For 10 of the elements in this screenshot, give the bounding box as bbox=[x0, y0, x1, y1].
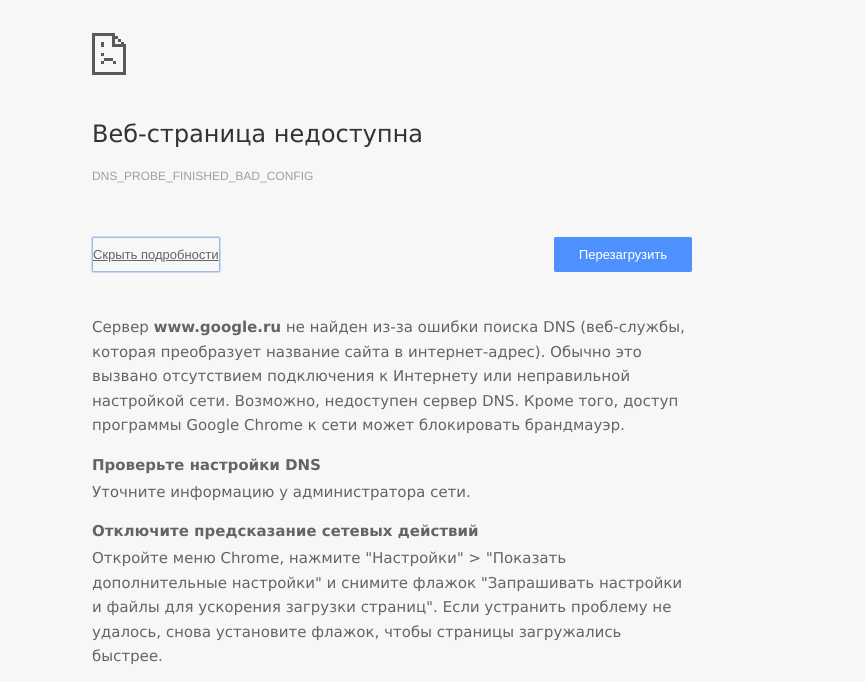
suggestion-heading: Проверьте настройки DNS bbox=[92, 454, 322, 476]
suggestion-heading: Отключите предсказание сетевых действий bbox=[92, 521, 480, 542]
suggestion-text: Откройте меню Chrome, нажмите "Настройки" > "Показать дополнительные настройки" и снимите флажок "Запрашивать настройки и файлы для ускорения загрузки страниц". Если устранить проблему не удалось, снова установите флажок, чтобы страницы загружались быстрее. bbox=[92, 548, 684, 667]
reload-button[interactable]: Перезагрузить bbox=[554, 237, 692, 272]
page-heading: Веб-страница недоступна bbox=[92, 119, 424, 149]
sad-page-icon bbox=[92, 33, 126, 75]
error-description: Сервер www.google.ru не найден из-за ошибки поиска DNS (веб-службы, которая преобразует название сайта в интернет-адрес). Обычно это вызвано отсутствием подключения к Интернету или неправильной настройкой сети. Возможно, недоступен сервер DNS. Кроме того, доступ программы Google Chrome к сети может блокировать брандмауэр. bbox=[92, 317, 686, 436]
suggestion-text: Уточните информацию у администратора сети. bbox=[92, 482, 472, 502]
hide-details-button[interactable]: Скрыть подробности bbox=[92, 237, 220, 272]
error-code: DNS_PROBE_FINISHED_BAD_CONFIG bbox=[92, 168, 314, 185]
